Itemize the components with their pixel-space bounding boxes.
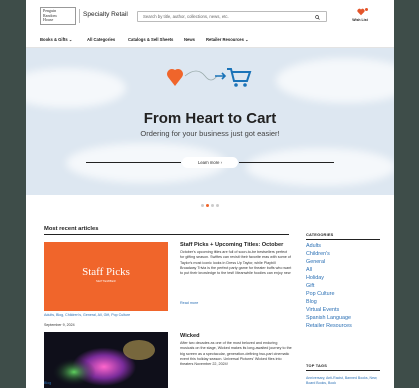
search-input[interactable]: Search by title, author, collections, ne… bbox=[137, 11, 327, 22]
swoosh-line bbox=[184, 70, 218, 81]
article-date: September 9, 2024 bbox=[44, 323, 75, 327]
article-title[interactable]: Wicked bbox=[180, 333, 200, 339]
nav-books-gifts[interactable]: Books & Gifts ⌄ bbox=[40, 37, 72, 42]
hero-banner: From Heart to Cart Ordering for your bus… bbox=[26, 48, 394, 195]
article-thumbnail[interactable]: Staff Picks SEPTEMBER bbox=[44, 242, 168, 311]
categories-title: CATEGORIES bbox=[306, 232, 334, 237]
article-title[interactable]: Staff Picks + Upcoming Titles: October bbox=[180, 242, 283, 248]
arrow-icon bbox=[215, 72, 227, 80]
carousel-dot[interactable] bbox=[201, 204, 204, 207]
wishlist-badge bbox=[365, 8, 368, 11]
category-link[interactable]: Spanish Language bbox=[306, 315, 351, 321]
wicked-poster-image bbox=[44, 332, 168, 388]
category-link[interactable]: Pop Culture bbox=[306, 291, 334, 297]
category-link[interactable]: Children's bbox=[306, 251, 330, 257]
article-tags[interactable]: Adults, Blog, Children's, General, All, … bbox=[44, 313, 168, 318]
cloud-decoration bbox=[246, 148, 394, 186]
main-nav: Books & Gifts ⌄ All Categories Catalogs … bbox=[26, 30, 394, 48]
thumbnail-title: Staff Picks bbox=[82, 266, 130, 278]
logo-line-3: House bbox=[43, 17, 54, 23]
cloud-decoration bbox=[26, 68, 126, 108]
article-excerpt: After two decades as one of the most bel… bbox=[180, 341, 292, 367]
search-icon[interactable] bbox=[315, 14, 320, 20]
cloud-decoration bbox=[276, 58, 394, 103]
learn-more-button[interactable]: Learn more › bbox=[182, 157, 238, 168]
prh-logo[interactable]: Penguin Random House bbox=[40, 7, 76, 25]
page: Penguin Random House Specialty Retail Se… bbox=[26, 0, 394, 388]
wishlist-button[interactable]: Wish List bbox=[348, 8, 372, 26]
nav-all-categories[interactable]: All Categories bbox=[87, 37, 115, 42]
brand-name[interactable]: Specialty Retail bbox=[83, 11, 128, 18]
wishlist-label: Wish List bbox=[352, 18, 368, 22]
categories-divider bbox=[306, 239, 380, 240]
section-divider bbox=[44, 234, 289, 235]
heart-to-cart-illustration bbox=[167, 68, 252, 87]
article-thumbnail[interactable] bbox=[44, 332, 168, 388]
nav-catalogs[interactable]: Catalogs & Sell Sheets bbox=[128, 37, 173, 42]
hero-subtitle: Ordering for your business just got easi… bbox=[140, 129, 280, 138]
category-link[interactable]: Gift bbox=[306, 283, 314, 289]
read-more-link[interactable]: Read more bbox=[180, 301, 198, 305]
category-link[interactable]: Virtual Events bbox=[306, 307, 339, 313]
carousel-dots bbox=[201, 204, 221, 208]
carousel-dot[interactable] bbox=[211, 204, 214, 207]
nav-retailer-resources[interactable]: Retailer Resources ⌄ bbox=[206, 37, 249, 42]
top-tags-title: TOP TAGS bbox=[306, 363, 328, 368]
carousel-dot[interactable] bbox=[216, 204, 219, 207]
article-tags[interactable]: Blog bbox=[44, 381, 168, 386]
section-title: Most recent articles bbox=[44, 226, 99, 232]
article-excerpt: October's upcoming titles are full of so… bbox=[180, 250, 292, 276]
category-link[interactable]: Blog bbox=[306, 299, 317, 305]
hero-divider-right bbox=[239, 162, 334, 163]
top-tags-divider bbox=[306, 370, 380, 371]
heart-icon bbox=[167, 69, 183, 86]
top-tags-list[interactable]: Anniversary, Anti-Racist, Banned Books, … bbox=[306, 376, 386, 386]
site-header: Penguin Random House Specialty Retail Se… bbox=[26, 0, 394, 30]
carousel-dot-active[interactable] bbox=[206, 204, 209, 207]
category-link[interactable]: All bbox=[306, 267, 312, 273]
category-link[interactable]: Holiday bbox=[306, 275, 324, 281]
category-link[interactable]: Retailer Resources bbox=[306, 323, 352, 329]
category-link[interactable]: General bbox=[306, 259, 325, 265]
hero-divider-left bbox=[86, 162, 181, 163]
logo-divider bbox=[79, 9, 80, 23]
cart-icon bbox=[227, 68, 252, 87]
hero-title: From Heart to Cart bbox=[143, 110, 277, 127]
category-link[interactable]: Adults bbox=[306, 243, 321, 249]
nav-news[interactable]: News bbox=[184, 37, 195, 42]
thumbnail-subtitle: SEPTEMBER bbox=[96, 279, 116, 283]
search-placeholder: Search by title, author, collections, ne… bbox=[143, 14, 229, 19]
heart-icon bbox=[357, 8, 365, 16]
